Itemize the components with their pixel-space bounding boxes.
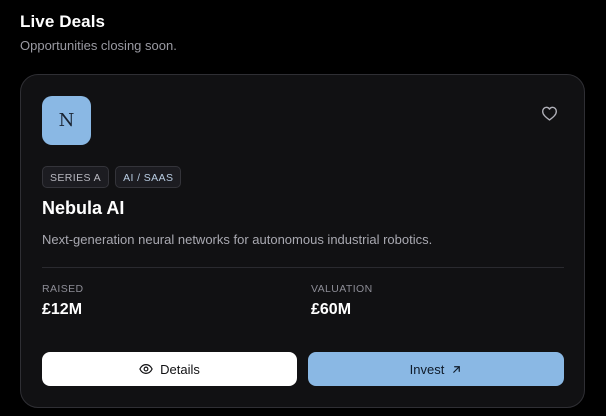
details-button[interactable]: Details	[42, 352, 297, 386]
heart-icon	[541, 106, 557, 121]
arrow-up-right-icon	[451, 364, 462, 375]
favorite-button[interactable]	[539, 103, 559, 123]
company-logo: N	[42, 96, 91, 145]
section-subtitle: Opportunities closing soon.	[20, 38, 177, 53]
tag-sector: AI / SAAS	[115, 166, 182, 188]
deal-name: Nebula AI	[42, 198, 125, 218]
stat-raised: RAISED £12M	[42, 283, 84, 319]
tag-list: SERIES A AI / SAAS	[42, 166, 182, 188]
stat-raised-label: RAISED	[42, 283, 84, 295]
eye-icon	[139, 362, 153, 376]
details-button-label: Details	[160, 361, 200, 377]
section-title: Live Deals	[20, 12, 106, 31]
deal-card: N SERIES A AI / SAAS Nebula AI Next-gene…	[20, 74, 585, 408]
invest-button-label: Invest	[409, 361, 445, 377]
invest-button[interactable]: Invest	[308, 352, 564, 386]
divider	[42, 267, 564, 268]
stat-valuation-label: VALUATION	[311, 283, 373, 295]
deal-description: Next-generation neural networks for auto…	[42, 232, 433, 247]
company-logo-letter: N	[58, 110, 75, 131]
stat-valuation-value: £60M	[311, 301, 352, 318]
stat-valuation: VALUATION £60M	[311, 283, 373, 319]
stat-raised-value: £12M	[42, 301, 83, 318]
tag-stage: SERIES A	[42, 166, 110, 188]
